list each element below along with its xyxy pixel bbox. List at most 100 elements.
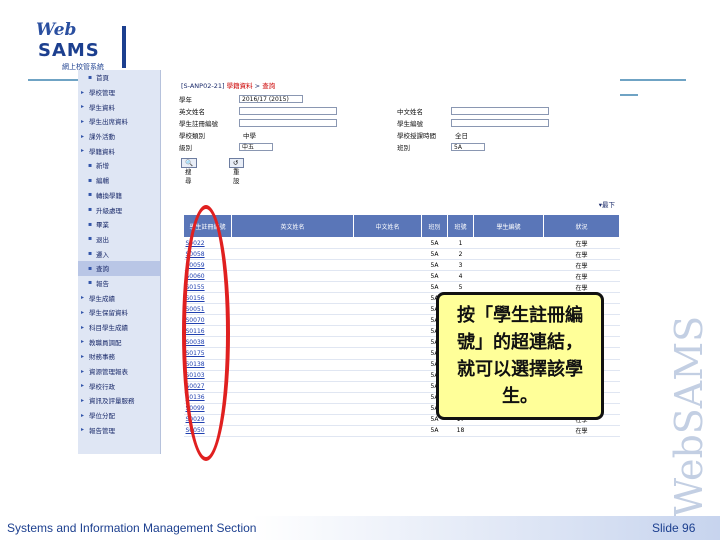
sidebar-item-label: 報告 [96,279,109,288]
bullet-icon: ▪ [88,191,93,199]
sidebar-item[interactable]: ▪ 新增 [78,158,160,173]
eng-name-input[interactable] [239,107,337,115]
chi-name-cell [353,281,422,294]
col-header-class-no[interactable]: 班號 [447,214,474,238]
status-cell: 在學 [543,425,620,437]
sidebar-item-label: 學生資料 [89,103,115,112]
sidebar-item[interactable]: ▸ 學籍資料 [78,143,160,158]
reset-button-label: 重設 [233,168,240,185]
reset-icon: ↺ [233,159,239,167]
sidebar-item[interactable]: ▸ 報告管理 [78,423,160,438]
eng-name-cell [231,359,354,371]
table-row: S0058 5A 2 在學 [183,248,620,261]
sidebar-item-label: 科目學生成績 [89,324,128,333]
sidebar-item[interactable]: ▪ 畢業 [78,217,160,232]
student-no-cell [473,237,544,250]
sidebar-item[interactable]: ▸ 資訊及評量服務 [78,393,160,408]
reset-button[interactable]: ↺重設 [229,158,244,185]
row-class: 班別 [397,142,410,152]
chi-name-cell [353,392,422,404]
bullet-icon: ▪ [88,264,93,272]
sidebar-item-label: 學校管理 [89,89,115,98]
bullet-icon: ▪ [88,235,93,243]
last-page-link[interactable]: ▾最下 [599,199,615,209]
sidebar-item[interactable]: ▸ 財務事務 [78,349,160,364]
footer-section-label: Systems and Information Management Secti… [7,521,257,535]
sidebar-item[interactable]: ▸ 學校管理 [78,85,160,100]
class-level-select[interactable]: 中五 [239,143,273,151]
expand-arrow-icon: ▸ [81,338,85,346]
eng-name-cell [231,414,354,426]
chi-name-cell [353,336,422,349]
sidebar-item[interactable]: ▪ 轉換學籍 [78,188,160,203]
sidebar-item-label: 教職員調配 [89,338,122,347]
expand-arrow-icon: ▸ [81,411,85,419]
bullet-icon: ▪ [88,161,93,169]
search-button[interactable]: 🔍搜尋 [181,158,198,185]
row-reg-no: 學生註冊編號 [179,118,218,128]
row-chi-name: 中文姓名 [397,106,423,116]
eng-name-cell [231,325,354,338]
class-no-cell: 4 [447,270,474,283]
eng-name-cell [231,425,354,437]
status-cell: 在學 [543,270,620,283]
col-header-class[interactable]: 班別 [421,214,448,238]
chi-name-input[interactable] [451,107,549,115]
chi-name-cell [353,414,422,426]
eng-name-label: 英文姓名 [179,108,205,116]
sidebar-item[interactable]: ▪ 首頁 [78,70,160,85]
chi-name-cell [353,425,422,437]
chi-name-cell [353,325,422,338]
chi-name-cell [353,270,422,283]
bullet-icon: ▪ [88,176,93,184]
sidebar-item[interactable]: ▸ 學位分配 [78,408,160,423]
sidebar-item[interactable]: ▸ 課外活動 [78,129,160,144]
search-button-label: 搜尋 [185,168,192,185]
sidebar-item[interactable]: ▪ 退出 [78,232,160,247]
sidebar-item[interactable]: ▪ 升級處理 [78,202,160,217]
class-cell: 5A [421,425,448,437]
sidebar-item-label: 學生保留資料 [89,309,128,318]
table-row: S0060 5A 4 在學 [183,270,620,283]
sidebar-item[interactable]: ▸ 學生保留資料 [78,305,160,320]
sidebar-item[interactable]: ▪ 查詢 [78,260,160,276]
eng-name-cell [231,270,354,283]
reg-no-input[interactable] [239,119,337,127]
sidebar-item[interactable]: ▪ 編輯 [78,173,160,188]
sidebar-item[interactable]: ▸ 科目學生成績 [78,320,160,335]
chi-name-cell [353,248,422,261]
expand-arrow-icon: ▸ [81,396,85,404]
bullet-icon: ▪ [88,206,93,214]
chi-name-cell [353,259,422,272]
sidebar-item[interactable]: ▸ 學校行政 [78,378,160,393]
sidebar-item-label: 學生出席資料 [89,118,128,127]
sidebar-item[interactable]: ▸ 學生成績 [78,290,160,305]
table-row: S0022 5A 1 在學 [183,237,620,250]
logo-web-text: Web [36,20,77,40]
slide-number: Slide 96 [652,521,696,535]
class-level-label: 級別 [179,144,192,152]
col-header-chi-name[interactable]: 中文姓名 [353,214,422,238]
class-no-cell: 1 [447,237,474,250]
class-select[interactable]: 5A [451,143,485,151]
chi-name-cell [353,370,422,382]
col-header-student-no[interactable]: 學生編號 [473,214,544,238]
breadcrumb-module[interactable]: 學籍資料 [227,82,253,90]
class-cell: 5A [421,237,448,250]
eng-name-cell [231,314,354,327]
sidebar-item[interactable]: ▸ 學生資料 [78,99,160,114]
sidebar-item[interactable]: ▸ 教職員調配 [78,334,160,349]
col-header-eng-name[interactable]: 英文姓名 [231,214,354,238]
col-header-status[interactable]: 狀況 [543,214,620,238]
school-year-select[interactable]: 2016/17 (2015) [239,95,303,103]
sidebar-item[interactable]: ▪ 報告 [78,276,160,291]
student-no-input[interactable] [451,119,549,127]
sidebar-item[interactable]: ▪ 遷入 [78,246,160,261]
callout-text: 按「學生註冊編號」的超連結，就可以選擇該學生。 [457,305,583,407]
chi-name-label: 中文姓名 [397,108,423,116]
sidebar-item[interactable]: ▸ 資源管理報表 [78,364,160,379]
eng-name-cell [231,303,354,316]
sidebar-item[interactable]: ▸ 學生出席資料 [78,114,160,129]
callout-box: 按「學生註冊編號」的超連結，就可以選擇該學生。 [436,292,604,420]
eng-name-cell [231,281,354,294]
